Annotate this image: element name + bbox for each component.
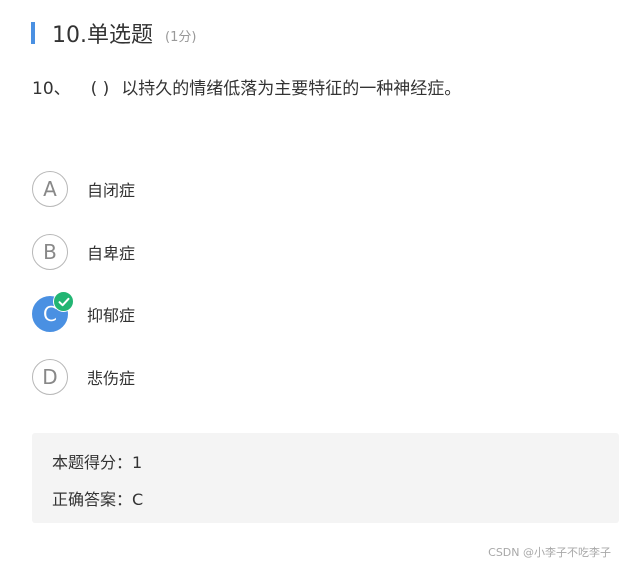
option-d-text: 悲伤症 (87, 369, 136, 388)
option-c-text: 抑郁症 (87, 306, 136, 325)
question-text: 以持久的情绪低落为主要特征的一种神经症。 (121, 79, 462, 99)
option-d[interactable]: D 悲伤症 (32, 359, 135, 395)
question-title: 10.单选题 (52, 23, 153, 48)
correct-answer: 正确答案：C (52, 490, 144, 509)
option-a-circle[interactable]: A (32, 171, 68, 207)
check-icon (53, 291, 74, 312)
question-stem: 10、 ( ) 以持久的情绪低落为主要特征的一种神经症。 (32, 74, 461, 99)
option-a-text: 自闭症 (87, 181, 136, 200)
option-b-letter: B (43, 240, 57, 264)
option-c[interactable]: C 抑郁症 (32, 291, 136, 332)
option-d-circle[interactable]: D (32, 359, 68, 395)
result-panel: 本题得分：1 正确答案：C (32, 433, 619, 523)
option-c-circle[interactable]: C (32, 291, 74, 332)
option-b-text: 自卑症 (87, 244, 136, 263)
question-header: 10.单选题 (1分) (31, 18, 196, 48)
question-number: 10、 (32, 79, 71, 99)
question-score: (1分) (165, 29, 197, 45)
answer-blank: ( ) (90, 79, 110, 99)
option-d-letter: D (42, 365, 58, 389)
option-a-letter: A (43, 177, 57, 201)
option-a[interactable]: A 自闭症 (32, 171, 135, 207)
option-b-circle[interactable]: B (32, 234, 68, 270)
accent-bar (31, 22, 35, 44)
watermark: CSDN @小李子不吃李子 (488, 546, 611, 559)
question-card: 10.单选题 (1分) 10、 ( ) 以持久的情绪低落为主要特征的一种神经症。 A… (0, 0, 619, 564)
score-result: 本题得分：1 (52, 453, 143, 472)
option-b[interactable]: B 自卑症 (32, 234, 135, 270)
